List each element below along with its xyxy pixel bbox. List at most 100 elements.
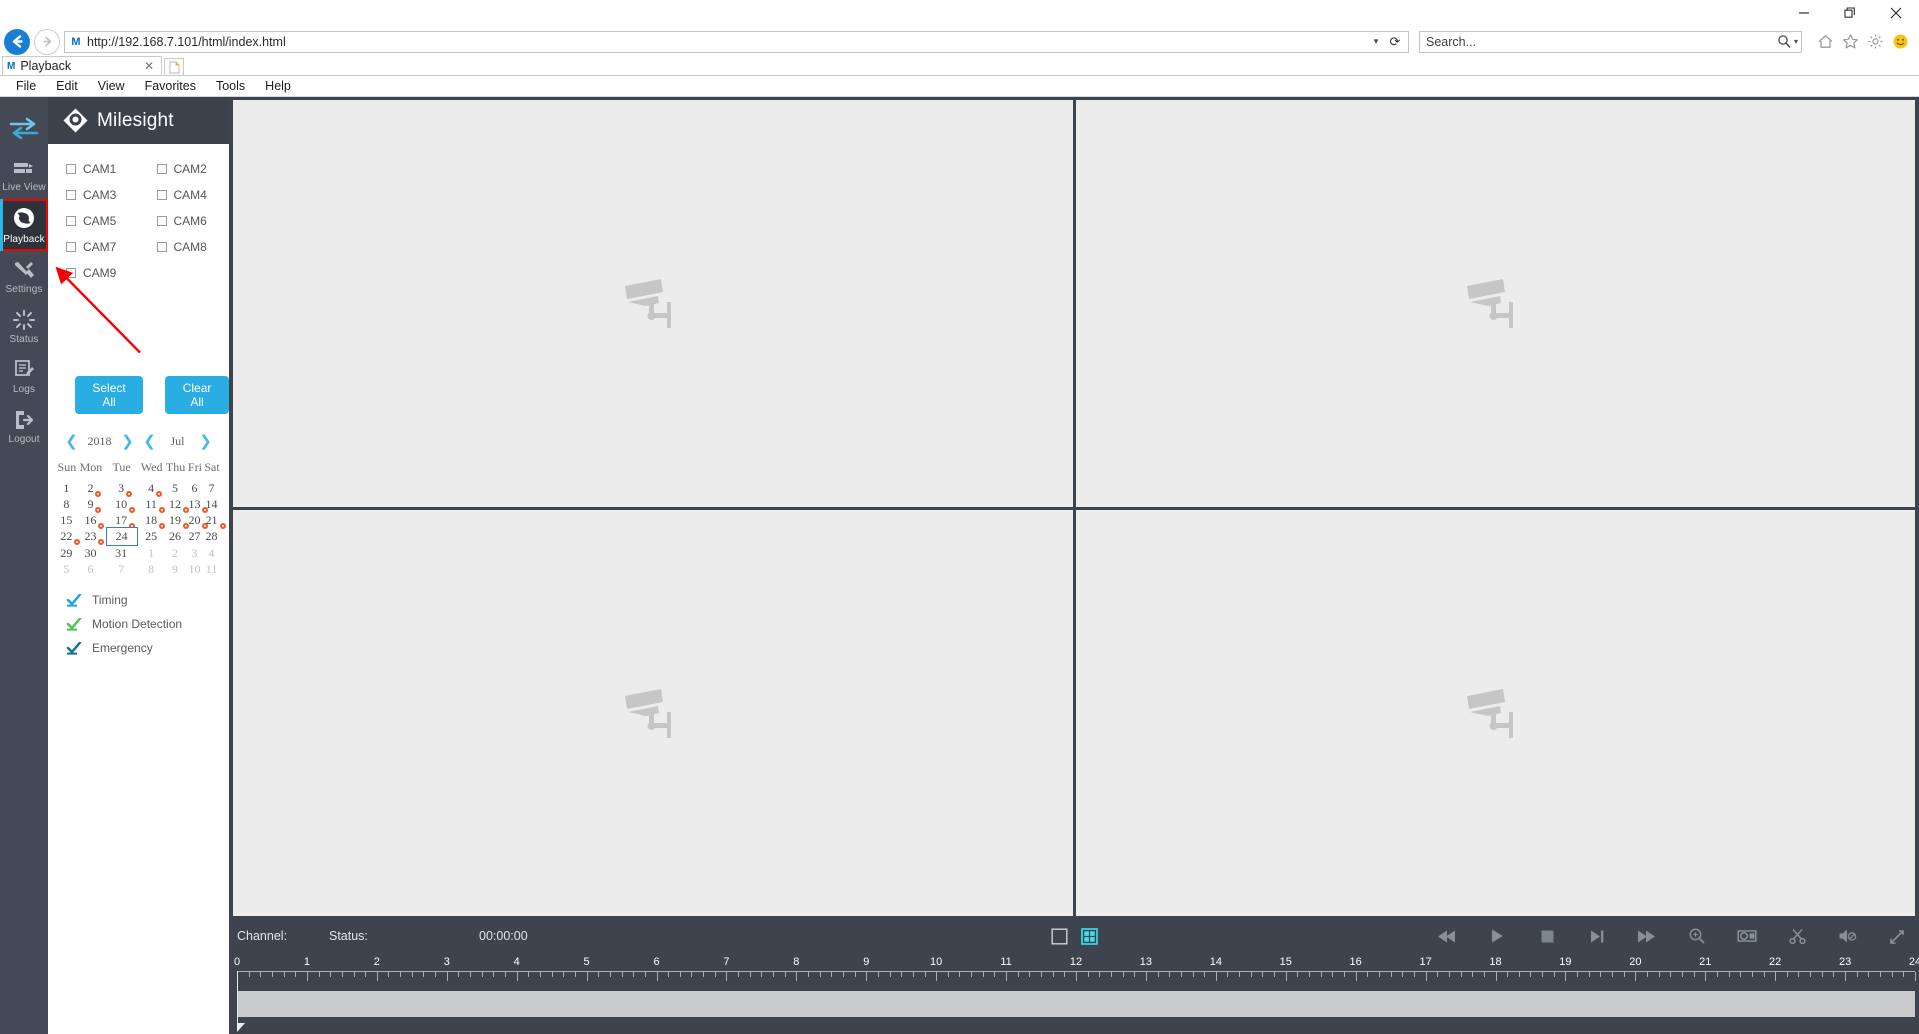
mute-button[interactable] [1837, 926, 1857, 946]
camera-item[interactable]: CAM7 [48, 234, 139, 260]
menu-edit[interactable]: Edit [46, 76, 88, 97]
calendar-day[interactable]: 21 [203, 512, 226, 529]
timeline-track[interactable] [237, 991, 1915, 1017]
browser-search-box[interactable]: Search... ▾ [1419, 30, 1802, 53]
calendar-day[interactable]: 29 [56, 545, 78, 561]
video-cell[interactable] [233, 100, 1073, 507]
stop-button[interactable] [1537, 926, 1557, 946]
refresh-icon[interactable]: ⟳ [1384, 32, 1406, 52]
calendar-day[interactable]: 1 [139, 545, 164, 561]
menu-tools[interactable]: Tools [206, 76, 255, 97]
back-button-icon[interactable] [4, 28, 30, 55]
next-year-button[interactable]: ❯ [117, 432, 139, 450]
home-icon[interactable] [1814, 31, 1836, 53]
calendar-day[interactable]: 12 [164, 496, 190, 513]
camera-checkbox[interactable] [66, 164, 76, 174]
camera-item[interactable]: CAM4 [139, 182, 230, 208]
sidebar-item-logout[interactable]: Logout [0, 401, 48, 451]
camera-item[interactable]: CAM5 [48, 208, 139, 234]
search-icon[interactable]: ▾ [1777, 34, 1798, 49]
calendar-day[interactable]: 7 [203, 480, 221, 496]
video-cell[interactable] [233, 509, 1073, 916]
timeline[interactable]: 0 1 2 3 4 5 6 7 8 9 10 11 12 13 14 15 16 17 18 19 20 21 22 23 24 [229, 956, 1919, 1034]
calendar-day[interactable]: 3 [104, 480, 139, 497]
camera-checkbox[interactable] [66, 216, 76, 226]
close-icon[interactable]: ✕ [141, 59, 157, 73]
calendar-day[interactable]: 15 [56, 512, 78, 528]
camera-item[interactable]: CAM2 [139, 156, 230, 182]
camera-checkbox[interactable] [156, 190, 167, 200]
next-month-button[interactable]: ❯ [195, 432, 217, 450]
video-cell[interactable] [1075, 509, 1915, 916]
timeline-playhead-handle[interactable] [237, 1023, 245, 1032]
calendar-day[interactable]: 17 [104, 512, 139, 529]
menu-help[interactable]: Help [255, 76, 301, 97]
calendar-day[interactable]: 1 [56, 480, 78, 496]
search-dropdown-icon[interactable]: ▾ [1794, 37, 1798, 46]
rewind-button[interactable] [1437, 926, 1457, 946]
calendar-day[interactable]: 11 [203, 561, 221, 577]
calendar-day[interactable]: 10 [104, 496, 139, 513]
calendar-day[interactable]: 6 [78, 561, 104, 577]
calendar-day[interactable]: 3 [187, 545, 203, 561]
calendar-day[interactable]: 28 [203, 528, 221, 545]
calendar-day[interactable]: 23 [78, 528, 105, 545]
calendar-day[interactable]: 4 [139, 480, 164, 497]
calendar-day[interactable]: 2 [78, 480, 104, 497]
sidebar-item-logs[interactable]: Logs [0, 351, 48, 401]
menu-favorites[interactable]: Favorites [135, 76, 206, 97]
smiley-icon[interactable] [1889, 31, 1911, 53]
clear-all-button[interactable]: Clear All [165, 376, 229, 414]
calendar-day[interactable]: 16 [78, 512, 105, 529]
fast-forward-button[interactable] [1637, 926, 1657, 946]
calendar-day[interactable]: 11 [139, 496, 165, 513]
digital-zoom-button[interactable] [1687, 926, 1707, 946]
camera-item[interactable]: CAM9 [48, 260, 139, 286]
camera-item[interactable]: CAM6 [139, 208, 230, 234]
minimize-window-button[interactable] [1781, 0, 1827, 26]
calendar-day[interactable]: 14 [203, 496, 221, 512]
video-cell[interactable] [1075, 100, 1915, 507]
next-frame-button[interactable] [1587, 926, 1607, 946]
sidebar-item-status[interactable]: Status [0, 301, 48, 351]
calendar-day[interactable]: 25 [139, 528, 164, 545]
camera-checkbox[interactable] [66, 242, 76, 252]
camera-checkbox[interactable] [156, 164, 167, 174]
calendar-day[interactable]: 26 [164, 528, 187, 545]
single-view-layout-button[interactable] [1050, 927, 1068, 945]
calendar-day[interactable]: 9 [164, 561, 187, 577]
restore-window-button[interactable] [1827, 0, 1873, 26]
play-button[interactable] [1487, 926, 1507, 946]
prev-month-button[interactable]: ❮ [139, 432, 161, 450]
sidebar-collapse-toggle[interactable] [0, 105, 48, 151]
exit-fullscreen-button[interactable] [1887, 926, 1907, 946]
menu-view[interactable]: View [88, 76, 135, 97]
camera-checkbox[interactable] [66, 190, 76, 200]
address-dropdown-icon[interactable]: ▾ [1368, 32, 1384, 52]
prev-year-button[interactable]: ❮ [61, 432, 83, 450]
camera-checkbox[interactable] [66, 268, 76, 278]
select-all-button[interactable]: Select All [75, 376, 144, 414]
calendar-day[interactable]: 31 [104, 545, 139, 561]
menu-file[interactable]: File [6, 76, 46, 97]
snapshot-button[interactable] [1737, 926, 1757, 946]
sidebar-item-live-view[interactable]: Live View [0, 151, 48, 199]
calendar-day[interactable]: 13 [187, 496, 209, 513]
new-tab-button[interactable] [164, 58, 184, 75]
sidebar-item-playback[interactable]: Playback [0, 199, 48, 251]
calendar-day[interactable]: 24 [104, 527, 139, 546]
clip-button[interactable] [1787, 926, 1807, 946]
calendar-day[interactable]: 27 [187, 528, 203, 545]
calendar-day[interactable]: 5 [164, 480, 187, 496]
camera-item[interactable]: CAM1 [48, 156, 139, 182]
calendar-day[interactable]: 8 [139, 561, 164, 577]
camera-item[interactable]: CAM3 [48, 182, 139, 208]
calendar-day[interactable]: 9 [78, 496, 104, 513]
calendar-day[interactable]: 5 [56, 561, 78, 577]
camera-checkbox[interactable] [156, 242, 167, 252]
calendar-day[interactable]: 20 [187, 512, 209, 529]
calendar-day[interactable]: 7 [104, 561, 139, 577]
tab-playback[interactable]: M Playback ✕ [2, 56, 162, 75]
camera-item[interactable]: CAM8 [139, 234, 230, 260]
calendar-day[interactable]: 6 [187, 480, 203, 496]
